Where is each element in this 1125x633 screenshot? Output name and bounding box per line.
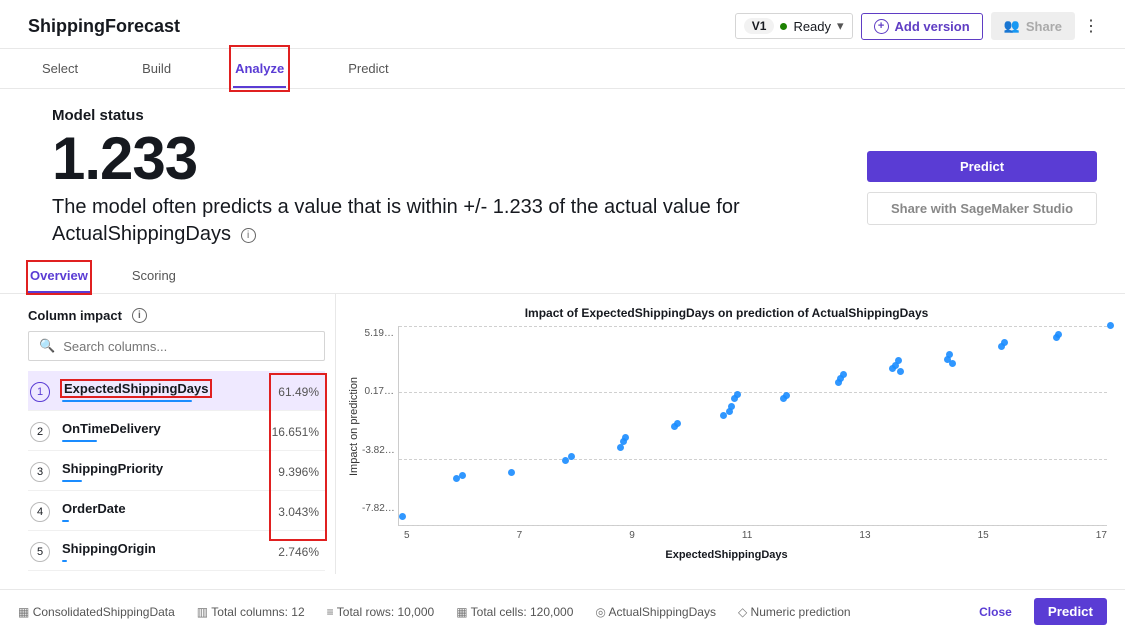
target-icon: ◎ [595, 605, 605, 619]
data-point [1001, 339, 1008, 346]
search-input[interactable] [63, 339, 314, 354]
table-icon: ▦ [18, 605, 29, 619]
main-tabs: Select Build Analyze Predict [0, 49, 1125, 89]
kebab-menu-icon[interactable]: ⋮ [1075, 10, 1107, 42]
sub-tabs: Overview Scoring [0, 248, 1125, 294]
target-info: ◎ ActualShippingDays [595, 605, 716, 619]
data-point [459, 472, 466, 479]
rows-info: ≡ Total rows: 10,000 [327, 605, 435, 619]
column-pct: 2.746% [263, 545, 319, 559]
subtab-scoring[interactable]: Scoring [130, 262, 178, 293]
column-name: ShippingOrigin [62, 541, 263, 562]
column-impact-heading: Column impact i [28, 308, 325, 323]
tab-build[interactable]: Build [140, 49, 173, 88]
column-row[interactable]: 4 OrderDate3.043% [28, 491, 325, 531]
dataset-info: ▦ ConsolidatedShippingData [18, 605, 175, 619]
version-selector[interactable]: V1 Ready ▾ [735, 13, 853, 39]
column-list: 1 ExpectedShippingDays61.49% 2 OnTimeDelive… [28, 371, 325, 571]
data-point [734, 391, 741, 398]
scatter-plot[interactable] [398, 326, 1107, 526]
data-point [674, 420, 681, 427]
version-label: V1 [744, 18, 775, 34]
grid-icon: ▦ [456, 605, 467, 619]
rank-badge: 2 [30, 422, 50, 442]
tab-select[interactable]: Select [40, 49, 80, 88]
column-name: OrderDate [62, 501, 263, 522]
data-point [840, 371, 847, 378]
info-icon[interactable]: i [241, 228, 256, 243]
column-row[interactable]: 2 OnTimeDelivery16.651% [28, 411, 325, 451]
column-name: ShippingPriority [62, 461, 263, 482]
predict-button[interactable]: Predict [867, 151, 1097, 182]
add-version-button[interactable]: + Add version [861, 13, 983, 40]
people-icon: 👥 [1004, 18, 1020, 34]
data-point [728, 403, 735, 410]
info-icon[interactable]: i [132, 308, 147, 323]
search-columns[interactable]: 🔍 [28, 331, 325, 361]
data-point [949, 360, 956, 367]
type-info: ◇ Numeric prediction [738, 605, 851, 619]
column-pct: 9.396% [263, 465, 319, 479]
column-row[interactable]: 5 ShippingOrigin2.746% [28, 531, 325, 571]
footer: ▦ ConsolidatedShippingData ▥ Total colum… [0, 589, 1125, 633]
data-point [895, 357, 902, 364]
data-point [622, 434, 629, 441]
data-point [946, 351, 953, 358]
status-heading: Model status [52, 107, 837, 124]
chart-title: Impact of ExpectedShippingDays on predic… [346, 306, 1107, 320]
data-point [897, 368, 904, 375]
search-icon: 🔍 [39, 338, 55, 354]
data-point [617, 444, 624, 451]
chart-ylabel: Impact on prediction [346, 326, 362, 526]
chart-xticks: 57911131517 [346, 526, 1107, 541]
add-version-label: Add version [895, 19, 970, 34]
column-row[interactable]: 1 ExpectedShippingDays61.49% [28, 371, 325, 411]
column-name: OnTimeDelivery [62, 421, 263, 442]
rows-icon: ≡ [327, 605, 334, 619]
tab-analyze[interactable]: Analyze [233, 49, 286, 88]
header: ShippingForecast V1 Ready ▾ + Add versio… [0, 0, 1125, 49]
cols-info: ▥ Total columns: 12 [197, 605, 305, 619]
rank-badge: 1 [30, 382, 50, 402]
data-point [1055, 331, 1062, 338]
column-pct: 16.651% [263, 425, 319, 439]
status-section: Model status 1.233 The model often predi… [0, 89, 1125, 248]
status-dot-icon [780, 23, 787, 30]
page-title: ShippingForecast [28, 16, 735, 37]
column-impact-panel: Column impact i 🔍 1 ExpectedShippingDays6… [0, 294, 336, 574]
rank-badge: 3 [30, 462, 50, 482]
columns-icon: ▥ [197, 605, 208, 619]
content: Column impact i 🔍 1ExpectedShippingDays6… [0, 294, 1125, 574]
data-point [399, 513, 406, 520]
status-text: Ready [793, 19, 831, 34]
tab-predict[interactable]: Predict [346, 49, 390, 88]
rank-badge: 5 [30, 542, 50, 562]
subtab-overview[interactable]: Overview [28, 262, 90, 293]
chevron-down-icon: ▾ [837, 18, 844, 34]
share-label: Share [1026, 19, 1062, 34]
chart-yticks: 5.19…0.17…-3.82…-7.82… [362, 326, 398, 526]
data-point [1107, 322, 1114, 329]
column-name: ExpectedShippingDays [62, 381, 263, 402]
chart-panel: Impact of ExpectedShippingDays on predic… [336, 294, 1125, 574]
plus-circle-icon: + [874, 19, 889, 34]
chart-xlabel: ExpectedShippingDays [346, 549, 1107, 561]
cells-info: ▦ Total cells: 120,000 [456, 605, 573, 619]
data-point [508, 469, 515, 476]
column-pct: 3.043% [263, 505, 319, 519]
rank-badge: 4 [30, 502, 50, 522]
status-metric: 1.233 [52, 126, 837, 192]
footer-predict-button[interactable]: Predict [1034, 598, 1107, 625]
share-studio-button[interactable]: Share with SageMaker Studio [867, 192, 1097, 225]
status-description: The model often predicts a value that is… [52, 194, 837, 248]
column-pct: 61.49% [263, 385, 319, 399]
column-row[interactable]: 3 ShippingPriority9.396% [28, 451, 325, 491]
type-icon: ◇ [738, 605, 747, 619]
share-button[interactable]: 👥 Share [991, 12, 1075, 40]
data-point [783, 392, 790, 399]
close-button[interactable]: Close [979, 605, 1012, 619]
